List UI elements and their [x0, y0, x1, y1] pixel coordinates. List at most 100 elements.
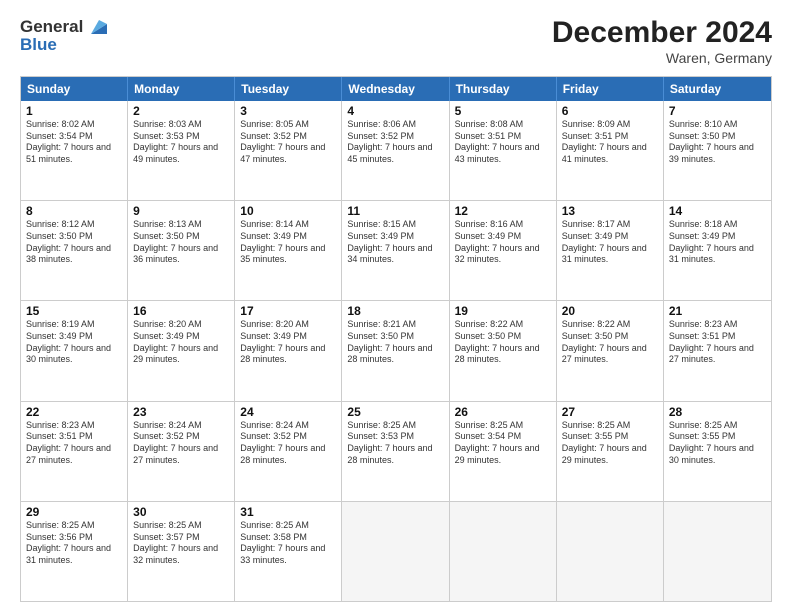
day-number: 29 — [26, 505, 122, 519]
cell-info: Sunrise: 8:08 AMSunset: 3:51 PMDaylight:… — [455, 119, 540, 164]
day-number: 17 — [240, 304, 336, 318]
cell-info: Sunrise: 8:02 AMSunset: 3:54 PMDaylight:… — [26, 119, 111, 164]
day-number: 16 — [133, 304, 229, 318]
week-row-3: 15Sunrise: 8:19 AMSunset: 3:49 PMDayligh… — [21, 300, 771, 400]
logo-general: General — [20, 17, 83, 37]
day-number: 1 — [26, 104, 122, 118]
cell-info: Sunrise: 8:12 AMSunset: 3:50 PMDaylight:… — [26, 219, 111, 264]
day-number: 31 — [240, 505, 336, 519]
cal-cell: 30Sunrise: 8:25 AMSunset: 3:57 PMDayligh… — [128, 502, 235, 601]
cal-cell: 17Sunrise: 8:20 AMSunset: 3:49 PMDayligh… — [235, 301, 342, 400]
cell-info: Sunrise: 8:22 AMSunset: 3:50 PMDaylight:… — [562, 319, 647, 364]
day-number: 21 — [669, 304, 766, 318]
day-number: 28 — [669, 405, 766, 419]
cell-info: Sunrise: 8:05 AMSunset: 3:52 PMDaylight:… — [240, 119, 325, 164]
day-number: 18 — [347, 304, 443, 318]
day-number: 30 — [133, 505, 229, 519]
cal-cell: 23Sunrise: 8:24 AMSunset: 3:52 PMDayligh… — [128, 402, 235, 501]
logo-icon — [85, 16, 107, 38]
cell-info: Sunrise: 8:19 AMSunset: 3:49 PMDaylight:… — [26, 319, 111, 364]
calendar-header: Sunday Monday Tuesday Wednesday Thursday… — [21, 77, 771, 101]
header-monday: Monday — [128, 77, 235, 101]
cell-info: Sunrise: 8:23 AMSunset: 3:51 PMDaylight:… — [26, 420, 111, 465]
day-number: 11 — [347, 204, 443, 218]
day-number: 7 — [669, 104, 766, 118]
cell-info: Sunrise: 8:25 AMSunset: 3:56 PMDaylight:… — [26, 520, 111, 565]
header-friday: Friday — [557, 77, 664, 101]
cal-cell: 3Sunrise: 8:05 AMSunset: 3:52 PMDaylight… — [235, 101, 342, 200]
cal-cell: 27Sunrise: 8:25 AMSunset: 3:55 PMDayligh… — [557, 402, 664, 501]
cal-cell: 15Sunrise: 8:19 AMSunset: 3:49 PMDayligh… — [21, 301, 128, 400]
page: General Blue December 2024 Waren, German… — [0, 0, 792, 612]
cell-info: Sunrise: 8:24 AMSunset: 3:52 PMDaylight:… — [240, 420, 325, 465]
week-row-4: 22Sunrise: 8:23 AMSunset: 3:51 PMDayligh… — [21, 401, 771, 501]
day-number: 13 — [562, 204, 658, 218]
cell-info: Sunrise: 8:25 AMSunset: 3:54 PMDaylight:… — [455, 420, 540, 465]
day-number: 23 — [133, 405, 229, 419]
cell-info: Sunrise: 8:13 AMSunset: 3:50 PMDaylight:… — [133, 219, 218, 264]
logo: General Blue — [20, 16, 107, 55]
location: Waren, Germany — [552, 50, 772, 66]
cal-cell — [450, 502, 557, 601]
day-number: 12 — [455, 204, 551, 218]
cal-cell: 26Sunrise: 8:25 AMSunset: 3:54 PMDayligh… — [450, 402, 557, 501]
logo-blue: Blue — [20, 35, 107, 55]
cal-cell — [664, 502, 771, 601]
day-number: 6 — [562, 104, 658, 118]
cal-cell: 18Sunrise: 8:21 AMSunset: 3:50 PMDayligh… — [342, 301, 449, 400]
cal-cell — [342, 502, 449, 601]
cal-cell: 24Sunrise: 8:24 AMSunset: 3:52 PMDayligh… — [235, 402, 342, 501]
cal-cell: 6Sunrise: 8:09 AMSunset: 3:51 PMDaylight… — [557, 101, 664, 200]
calendar-body: 1Sunrise: 8:02 AMSunset: 3:54 PMDaylight… — [21, 101, 771, 601]
cell-info: Sunrise: 8:15 AMSunset: 3:49 PMDaylight:… — [347, 219, 432, 264]
day-number: 19 — [455, 304, 551, 318]
cell-info: Sunrise: 8:20 AMSunset: 3:49 PMDaylight:… — [240, 319, 325, 364]
header-wednesday: Wednesday — [342, 77, 449, 101]
day-number: 25 — [347, 405, 443, 419]
cell-info: Sunrise: 8:16 AMSunset: 3:49 PMDaylight:… — [455, 219, 540, 264]
day-number: 14 — [669, 204, 766, 218]
cell-info: Sunrise: 8:09 AMSunset: 3:51 PMDaylight:… — [562, 119, 647, 164]
cell-info: Sunrise: 8:25 AMSunset: 3:55 PMDaylight:… — [669, 420, 754, 465]
day-number: 26 — [455, 405, 551, 419]
cal-cell: 20Sunrise: 8:22 AMSunset: 3:50 PMDayligh… — [557, 301, 664, 400]
cal-cell: 4Sunrise: 8:06 AMSunset: 3:52 PMDaylight… — [342, 101, 449, 200]
week-row-2: 8Sunrise: 8:12 AMSunset: 3:50 PMDaylight… — [21, 200, 771, 300]
cell-info: Sunrise: 8:24 AMSunset: 3:52 PMDaylight:… — [133, 420, 218, 465]
cal-cell: 1Sunrise: 8:02 AMSunset: 3:54 PMDaylight… — [21, 101, 128, 200]
header-thursday: Thursday — [450, 77, 557, 101]
cal-cell: 19Sunrise: 8:22 AMSunset: 3:50 PMDayligh… — [450, 301, 557, 400]
cal-cell — [557, 502, 664, 601]
day-number: 8 — [26, 204, 122, 218]
cal-cell: 14Sunrise: 8:18 AMSunset: 3:49 PMDayligh… — [664, 201, 771, 300]
cal-cell: 10Sunrise: 8:14 AMSunset: 3:49 PMDayligh… — [235, 201, 342, 300]
cal-cell: 31Sunrise: 8:25 AMSunset: 3:58 PMDayligh… — [235, 502, 342, 601]
cell-info: Sunrise: 8:22 AMSunset: 3:50 PMDaylight:… — [455, 319, 540, 364]
week-row-5: 29Sunrise: 8:25 AMSunset: 3:56 PMDayligh… — [21, 501, 771, 601]
cell-info: Sunrise: 8:21 AMSunset: 3:50 PMDaylight:… — [347, 319, 432, 364]
day-number: 24 — [240, 405, 336, 419]
title-block: December 2024 Waren, Germany — [552, 16, 772, 66]
day-number: 4 — [347, 104, 443, 118]
cal-cell: 5Sunrise: 8:08 AMSunset: 3:51 PMDaylight… — [450, 101, 557, 200]
header: General Blue December 2024 Waren, German… — [20, 16, 772, 66]
month-title: December 2024 — [552, 16, 772, 50]
cell-info: Sunrise: 8:10 AMSunset: 3:50 PMDaylight:… — [669, 119, 754, 164]
day-number: 22 — [26, 405, 122, 419]
day-number: 3 — [240, 104, 336, 118]
calendar: Sunday Monday Tuesday Wednesday Thursday… — [20, 76, 772, 602]
header-saturday: Saturday — [664, 77, 771, 101]
cell-info: Sunrise: 8:20 AMSunset: 3:49 PMDaylight:… — [133, 319, 218, 364]
cal-cell: 2Sunrise: 8:03 AMSunset: 3:53 PMDaylight… — [128, 101, 235, 200]
cal-cell: 29Sunrise: 8:25 AMSunset: 3:56 PMDayligh… — [21, 502, 128, 601]
cal-cell: 12Sunrise: 8:16 AMSunset: 3:49 PMDayligh… — [450, 201, 557, 300]
cell-info: Sunrise: 8:14 AMSunset: 3:49 PMDaylight:… — [240, 219, 325, 264]
cal-cell: 28Sunrise: 8:25 AMSunset: 3:55 PMDayligh… — [664, 402, 771, 501]
day-number: 15 — [26, 304, 122, 318]
cell-info: Sunrise: 8:25 AMSunset: 3:53 PMDaylight:… — [347, 420, 432, 465]
day-number: 2 — [133, 104, 229, 118]
cal-cell: 7Sunrise: 8:10 AMSunset: 3:50 PMDaylight… — [664, 101, 771, 200]
day-number: 27 — [562, 405, 658, 419]
day-number: 10 — [240, 204, 336, 218]
day-number: 5 — [455, 104, 551, 118]
